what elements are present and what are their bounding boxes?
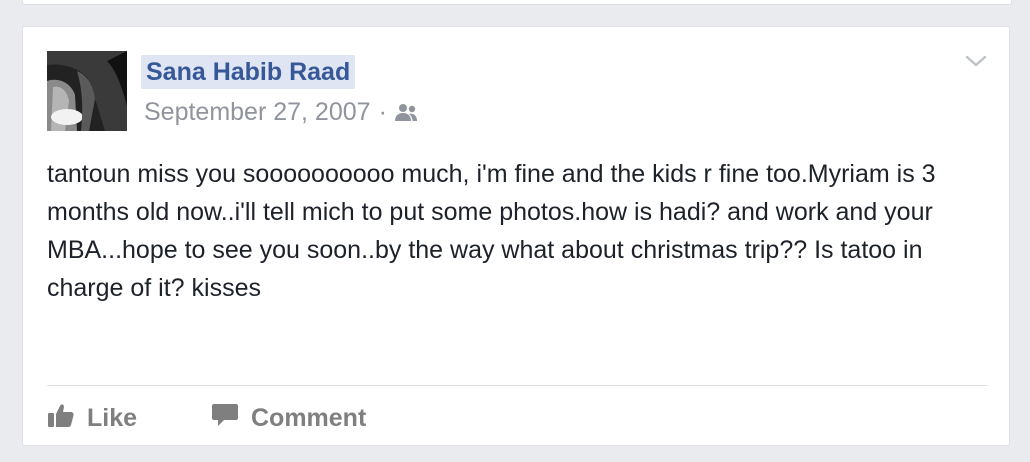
like-button[interactable]: Like — [47, 401, 137, 435]
post-body-text: tantoun miss you soooooooooo much, i'm f… — [47, 160, 936, 302]
previous-post-card-edge — [22, 0, 1012, 5]
avatar[interactable] — [47, 51, 127, 131]
divider — [47, 385, 987, 386]
comment-button[interactable]: Comment — [211, 401, 366, 435]
comment-label: Comment — [251, 403, 367, 432]
friends-icon[interactable] — [394, 102, 420, 124]
avatar-photo — [47, 51, 127, 131]
post-meta: September 27, 2007 · — [144, 97, 420, 127]
meta-separator: · — [378, 97, 387, 126]
thumbs-up-icon — [47, 402, 75, 435]
post-date-link[interactable]: September 27, 2007 — [144, 98, 371, 127]
like-label: Like — [87, 403, 138, 432]
post-card: Sana Habib Raad September 27, 2007 · tan… — [22, 26, 1010, 446]
speech-bubble-icon — [211, 402, 239, 435]
author-name-link[interactable]: Sana Habib Raad — [141, 55, 356, 89]
chevron-down-icon[interactable] — [965, 53, 987, 69]
